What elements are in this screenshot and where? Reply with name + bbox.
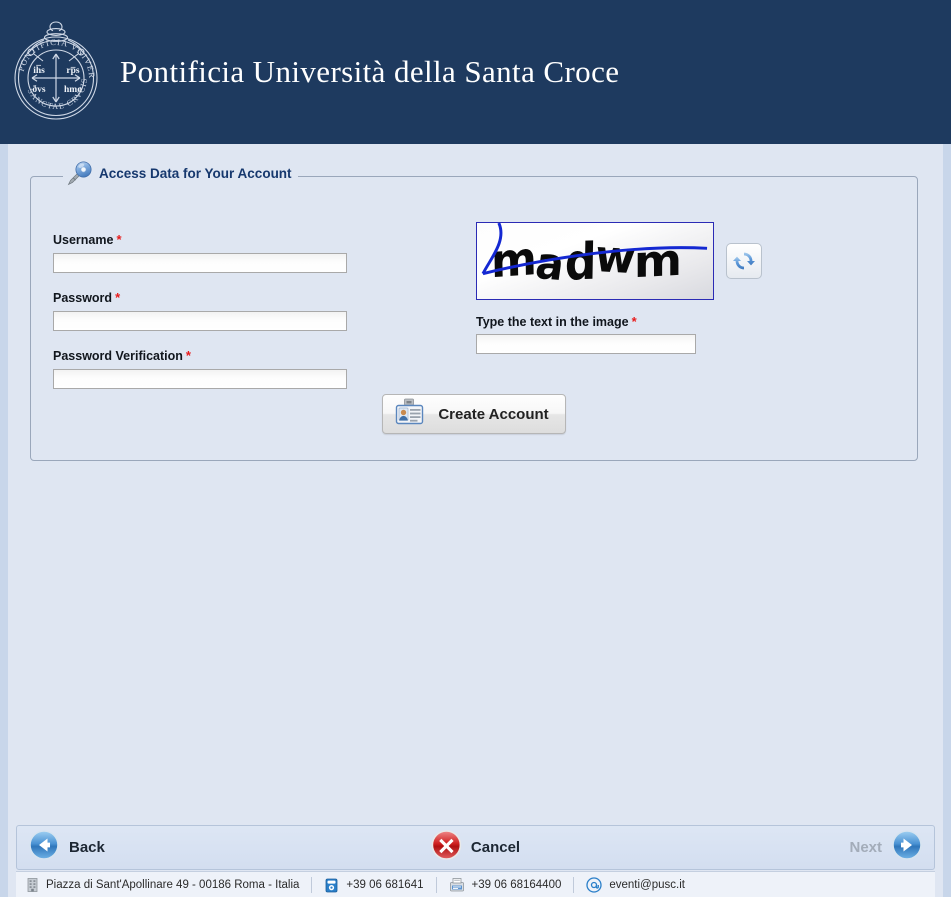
username-input[interactable]	[53, 253, 347, 273]
svg-text:ih̅s: ih̅s	[33, 65, 45, 76]
password-label-text: Password	[53, 291, 113, 305]
svg-text:ðvs: ðvs	[32, 84, 46, 95]
contact-email-text: eventi@pusc.it	[609, 878, 685, 891]
username-label: Username *	[53, 232, 353, 248]
panel-legend-label: Access Data for Your Account	[99, 165, 292, 181]
contact-strip: Piazza di Sant'Apollinare 49 - 00186 Rom…	[16, 871, 935, 897]
key-icon	[65, 158, 95, 188]
site-header: PONTIFICIA VNIVERSITAS SANCTAE CRVCIS ih…	[0, 0, 951, 144]
right-edge-strip	[943, 144, 951, 897]
contact-divider-1	[311, 876, 313, 893]
password-input[interactable]	[53, 311, 347, 331]
arrow-left-icon	[29, 830, 59, 865]
refresh-icon	[733, 252, 755, 270]
building-icon	[26, 877, 39, 893]
svg-text:rp̅s: rp̅s	[66, 66, 80, 76]
password-verification-input[interactable]	[53, 369, 347, 389]
university-crest-logo: PONTIFICIA VNIVERSITAS SANCTAE CRVCIS ih…	[8, 16, 104, 128]
username-required-marker: *	[116, 232, 122, 247]
site-title: Pontificia Università della Santa Croce	[120, 54, 620, 89]
at-sign-icon	[586, 876, 603, 893]
captcha-image-text: madwm	[490, 230, 681, 292]
panel-legend: Access Data for Your Account	[63, 158, 298, 188]
left-edge-strip	[0, 144, 8, 897]
id-card-icon	[395, 398, 425, 431]
access-data-panel: Access Data for Your Account Username * P…	[30, 158, 918, 461]
create-account-row: Create Account	[31, 394, 917, 434]
create-account-button[interactable]: Create Account	[382, 394, 566, 434]
cancel-icon	[431, 830, 461, 865]
create-account-button-label: Create Account	[438, 405, 549, 423]
captcha-input[interactable]	[476, 334, 696, 354]
password-verification-label-text: Password Verification	[53, 349, 183, 363]
contact-divider-2	[435, 876, 437, 893]
arrow-right-icon	[892, 830, 922, 865]
password-verification-label: Password Verification *	[53, 348, 353, 364]
cancel-button[interactable]: Cancel	[431, 826, 520, 869]
next-button[interactable]: Next	[849, 826, 922, 869]
contact-address: Piazza di Sant'Apollinare 49 - 00186 Rom…	[26, 877, 299, 893]
captcha-refresh-button[interactable]	[726, 243, 762, 279]
captcha-char-1: m	[490, 232, 537, 289]
contact-address-text: Piazza di Sant'Apollinare 49 - 00186 Rom…	[46, 878, 300, 891]
next-button-label: Next	[849, 839, 882, 856]
wizard-nav-bar: Back Cancel Next	[16, 825, 935, 870]
page-body: Access Data for Your Account Username * P…	[0, 144, 951, 897]
captcha-input-label: Type the text in the image *	[476, 314, 762, 329]
contact-phone-text: +39 06 681641	[346, 878, 424, 891]
contact-fax-text: +39 06 68164400	[471, 878, 562, 891]
back-button[interactable]: Back	[29, 826, 105, 869]
credentials-fields: Username * Password * Password Verificatio…	[53, 232, 353, 389]
captcha-char-5: m	[633, 234, 681, 289]
captcha-block: madwm Type the text in the image *	[476, 222, 762, 354]
contact-fax: +39 06 68164400	[449, 877, 562, 893]
back-button-label: Back	[69, 839, 105, 856]
contact-phone: +39 06 681641	[324, 877, 424, 893]
username-label-text: Username	[53, 233, 114, 247]
contact-divider-3	[573, 876, 575, 893]
contact-email: eventi@pusc.it	[586, 876, 685, 893]
captcha-char-2: a	[532, 237, 567, 292]
cancel-button-label: Cancel	[470, 839, 521, 856]
telephone-icon	[324, 877, 339, 893]
svg-text:hmo: hmo	[64, 85, 82, 95]
password-verification-required-marker: *	[185, 348, 191, 363]
captcha-row: madwm	[476, 222, 762, 300]
page-content: Access Data for Your Account Username * P…	[8, 144, 943, 897]
password-required-marker: *	[115, 290, 121, 305]
captcha-char-4: w	[592, 230, 638, 285]
fax-icon	[449, 877, 465, 893]
captcha-required-marker: *	[631, 314, 637, 329]
captcha-image: madwm	[476, 222, 714, 300]
password-label: Password *	[53, 290, 353, 306]
captcha-input-label-text: Type the text in the image	[476, 315, 629, 329]
captcha-char-3: d	[563, 232, 596, 293]
